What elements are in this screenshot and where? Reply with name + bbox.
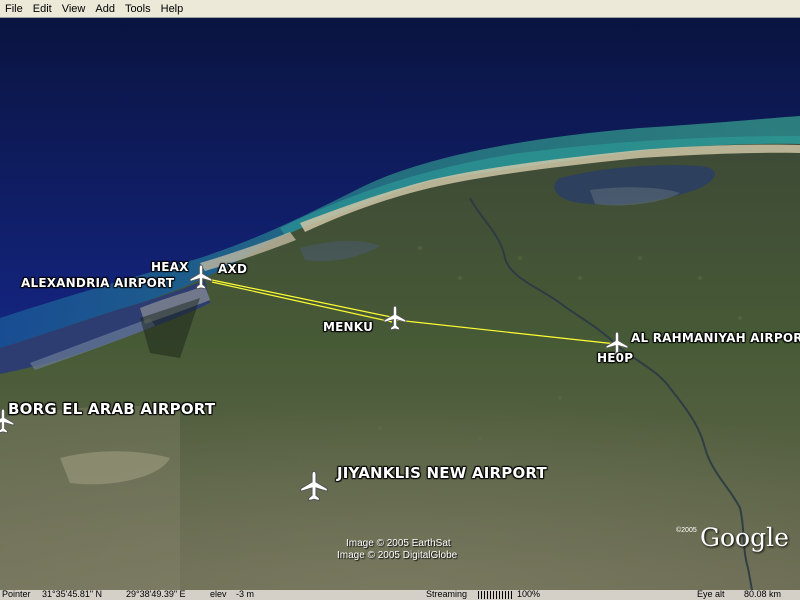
earth-view[interactable]: HEAX AXD ALEXANDRIA AIRPORT MENKU AL RAH… — [0, 18, 800, 590]
placemark-label-borg-el-arab-airport[interactable]: BORG EL ARAB AIRPORT — [8, 400, 215, 418]
eye-alt-value: 80.08 km — [744, 589, 782, 599]
menu-file[interactable]: File — [0, 0, 28, 18]
google-logo: Google — [700, 523, 789, 552]
elevation-label: elev — [210, 589, 227, 599]
pointer-label: Pointer — [2, 589, 31, 599]
placemark-label-alexandria-airport[interactable]: ALEXANDRIA AIRPORT — [21, 276, 174, 290]
placemark-label-heax[interactable]: HEAX — [151, 260, 189, 274]
streaming-label: Streaming — [426, 589, 468, 599]
menu-bar: File Edit View Add Tools Help — [0, 0, 800, 18]
menu-tools[interactable]: Tools — [120, 0, 156, 18]
logo-copyright-year: ©2005 — [676, 527, 697, 534]
menu-edit[interactable]: Edit — [28, 0, 57, 18]
streaming-progress-bar — [478, 591, 512, 599]
pointer-longitude: 29°38'49.39" E — [126, 589, 186, 599]
placemark-label-al-rahmaniyah-airport[interactable]: AL RAHMANIYAH AIRPORT — [631, 331, 800, 345]
eye-alt-label: Eye alt — [697, 589, 725, 599]
placemark-label-menku[interactable]: MENKU — [323, 320, 373, 334]
status-bar: Pointer 31°35'45.81" N 29°38'49.39" E el… — [0, 589, 800, 600]
airplane-icon[interactable] — [298, 470, 330, 502]
menu-help[interactable]: Help — [156, 0, 189, 18]
placemark-label-jiyanklis-new-airport[interactable]: JIYANKLIS NEW AIRPORT — [337, 464, 547, 482]
placemark-label-axd[interactable]: AXD — [218, 262, 247, 276]
pointer-latitude: 31°35'45.81" N — [42, 589, 103, 599]
menu-add[interactable]: Add — [90, 0, 120, 18]
menu-view[interactable]: View — [57, 0, 91, 18]
placemark-label-he0p[interactable]: HE0P — [597, 351, 633, 365]
airplane-icon[interactable] — [382, 305, 408, 331]
credit-earthsat: Image © 2005 EarthSat — [346, 538, 451, 549]
airplane-icon[interactable] — [188, 264, 214, 290]
streaming-value: 100% — [517, 589, 541, 599]
satellite-imagery — [0, 18, 800, 590]
credit-digitalglobe: Image © 2005 DigitalGlobe — [337, 550, 458, 561]
elevation-value: -3 m — [236, 589, 254, 599]
